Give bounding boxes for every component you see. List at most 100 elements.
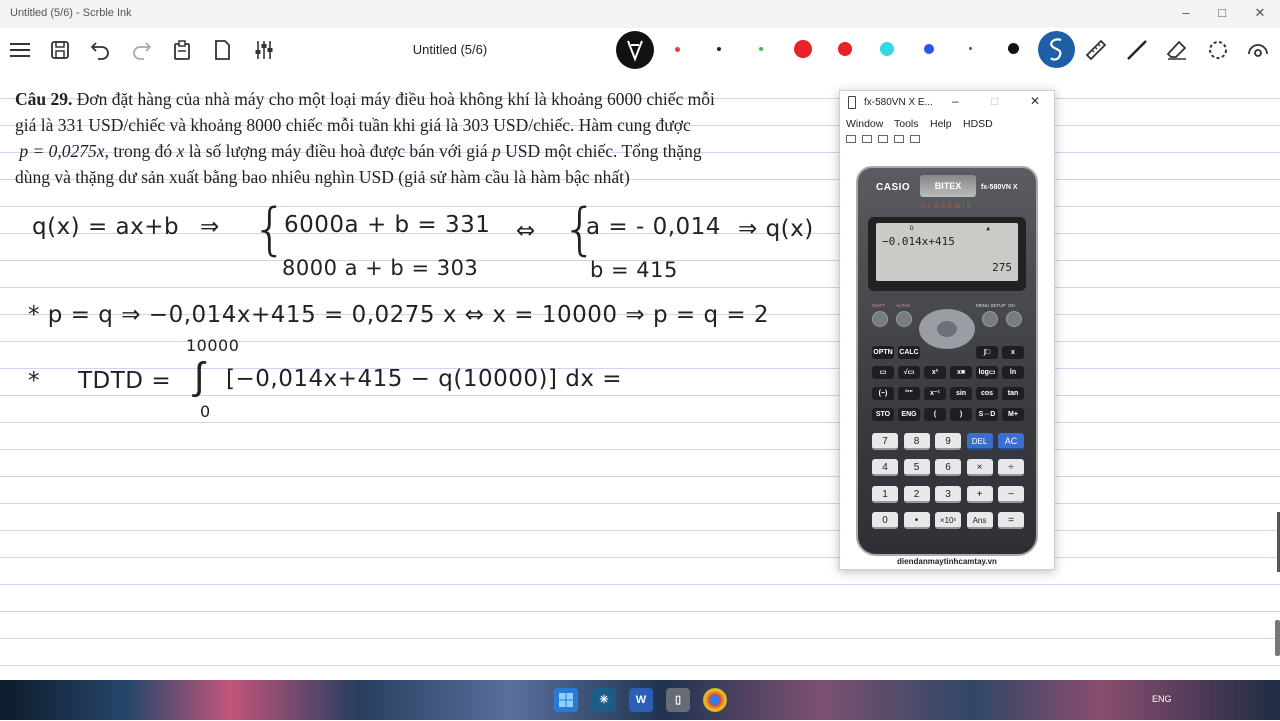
- calc-close-button[interactable]: ✕: [1030, 94, 1040, 108]
- notebook-page[interactable]: Câu 29. Đơn đặt hàng của nhà máy cho một…: [0, 72, 1280, 680]
- display-icon[interactable]: [878, 135, 888, 143]
- number-key-2-3[interactable]: +: [966, 486, 993, 503]
- pen-color-black[interactable]: [1008, 43, 1019, 54]
- number-key-1-4[interactable]: ÷: [998, 459, 1024, 476]
- pen-color-red-small[interactable]: [675, 47, 680, 52]
- number-key-1-3[interactable]: ×: [966, 459, 993, 476]
- function-key-0-0[interactable]: ▭: [872, 366, 894, 379]
- dpad-replay-key[interactable]: [919, 309, 975, 349]
- pen-color-red-large[interactable]: [794, 40, 812, 58]
- minimize-button[interactable]: –: [1172, 4, 1200, 24]
- number-key-3-0[interactable]: 0: [872, 512, 898, 529]
- close-button[interactable]: ✕: [1246, 4, 1274, 24]
- word-icon[interactable]: W: [629, 688, 653, 712]
- lasso-pen-icon[interactable]: [1038, 31, 1075, 68]
- function-key-2-4[interactable]: S⇔D: [976, 408, 998, 421]
- number-key-2-0[interactable]: 1: [872, 486, 898, 503]
- on-key[interactable]: [1006, 311, 1022, 327]
- function-key-0-3[interactable]: x■: [950, 366, 972, 379]
- function-key-1-1[interactable]: °'": [898, 387, 920, 400]
- menu-icon[interactable]: [8, 38, 32, 62]
- number-key-2-2[interactable]: 3: [935, 486, 961, 503]
- pen-color-gray-tiny[interactable]: [969, 47, 972, 50]
- function-key-1-5[interactable]: tan: [1002, 387, 1024, 400]
- pen-tool-icon[interactable]: [616, 31, 654, 69]
- integral-key[interactable]: ∫□: [976, 346, 998, 359]
- x-variable-key[interactable]: x: [1002, 346, 1024, 359]
- save-icon[interactable]: [48, 38, 72, 62]
- calculator-titlebar[interactable]: fx-580VN X E... – □ ✕: [840, 91, 1054, 115]
- ruler-icon[interactable]: [1084, 38, 1108, 62]
- pen-color-green-small[interactable]: [759, 47, 763, 51]
- number-key-0-4[interactable]: AC: [998, 433, 1024, 450]
- maximize-button[interactable]: □: [1208, 4, 1236, 24]
- view-icon[interactable]: [1246, 38, 1270, 62]
- settings-icon[interactable]: [910, 135, 920, 143]
- calculator-app-icon[interactable]: ▯: [666, 688, 690, 712]
- function-key-1-2[interactable]: x⁻¹: [924, 387, 946, 400]
- function-key-0-4[interactable]: log▭: [976, 366, 998, 379]
- windows-start-icon[interactable]: [554, 688, 578, 712]
- copy-icon[interactable]: [862, 135, 872, 143]
- function-key-2-0[interactable]: STO: [872, 408, 894, 421]
- function-key-0-1[interactable]: √▭: [898, 366, 920, 379]
- pen-color-red-medium[interactable]: [838, 42, 852, 56]
- calc-key[interactable]: CALC: [898, 346, 920, 359]
- calc-maximize-button[interactable]: □: [991, 94, 998, 108]
- keylog-icon[interactable]: [894, 135, 904, 143]
- function-key-0-5[interactable]: ln: [1002, 366, 1024, 379]
- snowflake-app-icon[interactable]: ✳: [592, 688, 616, 712]
- number-key-1-0[interactable]: 4: [872, 459, 898, 476]
- pen-color-cyan[interactable]: [880, 42, 894, 56]
- function-key-1-4[interactable]: cos: [976, 387, 998, 400]
- number-key-3-4[interactable]: =: [998, 512, 1024, 529]
- number-key-0-2[interactable]: 9: [935, 433, 961, 450]
- line-icon[interactable]: [1125, 38, 1149, 62]
- number-key-3-3[interactable]: Ans: [966, 512, 993, 529]
- scrollbar-thumb[interactable]: [1275, 620, 1280, 656]
- number-key-2-1[interactable]: 2: [903, 486, 930, 503]
- number-key-0-3[interactable]: DEL: [966, 433, 993, 450]
- menu-help[interactable]: Help: [930, 118, 952, 130]
- function-key-2-5[interactable]: M+: [1002, 408, 1024, 421]
- capture-icon[interactable]: [846, 135, 856, 143]
- calculator-window[interactable]: fx-580VN X E... – □ ✕ Window Tools Help …: [839, 90, 1055, 570]
- hw-implies-q: ⇒ q(x): [738, 216, 814, 242]
- function-key-2-1[interactable]: ENG: [898, 408, 920, 421]
- shift-key[interactable]: [872, 311, 888, 327]
- menu-tools[interactable]: Tools: [894, 118, 919, 130]
- number-key-3-2[interactable]: ×10ˣ: [935, 512, 961, 529]
- function-key-0-2[interactable]: x²: [924, 366, 946, 379]
- function-key-1-3[interactable]: sin: [950, 387, 972, 400]
- redo-icon[interactable]: [130, 38, 154, 62]
- settings-sliders-icon[interactable]: [252, 38, 276, 62]
- number-key-2-4[interactable]: −: [998, 486, 1024, 503]
- number-key-1-2[interactable]: 6: [935, 459, 961, 476]
- menu-key[interactable]: [982, 311, 998, 327]
- optn-key[interactable]: OPTN: [872, 346, 894, 359]
- calc-minimize-button[interactable]: –: [952, 94, 959, 108]
- undo-icon[interactable]: [88, 38, 112, 62]
- number-key-0-0[interactable]: 7: [872, 433, 898, 450]
- alpha-key[interactable]: [896, 311, 912, 327]
- function-key-1-0[interactable]: (−): [872, 387, 894, 400]
- number-key-0-1[interactable]: 8: [903, 433, 930, 450]
- calculator-menubar: Window Tools Help HDSD: [840, 115, 1054, 133]
- chrome-icon[interactable]: [703, 688, 727, 712]
- tray-language[interactable]: ENG: [1152, 694, 1172, 704]
- number-key-1-1[interactable]: 5: [903, 459, 930, 476]
- clipboard-icon[interactable]: [170, 38, 194, 62]
- function-key-2-3[interactable]: ): [950, 408, 972, 421]
- on-label: ON: [1008, 303, 1015, 308]
- pen-color-black-small[interactable]: [717, 47, 721, 51]
- number-key-3-1[interactable]: •: [903, 512, 930, 529]
- menu-hdsd[interactable]: HDSD: [963, 118, 993, 130]
- eraser-icon[interactable]: [1165, 38, 1189, 62]
- menu-window[interactable]: Window: [846, 118, 883, 130]
- hw-iff-1: ⇔: [516, 218, 536, 244]
- select-icon[interactable]: [1206, 38, 1230, 62]
- hw-tdtd-label: TDTD =: [78, 368, 172, 394]
- function-key-2-2[interactable]: (: [924, 408, 946, 421]
- pen-color-blue[interactable]: [924, 44, 934, 54]
- page-icon[interactable]: [210, 38, 234, 62]
